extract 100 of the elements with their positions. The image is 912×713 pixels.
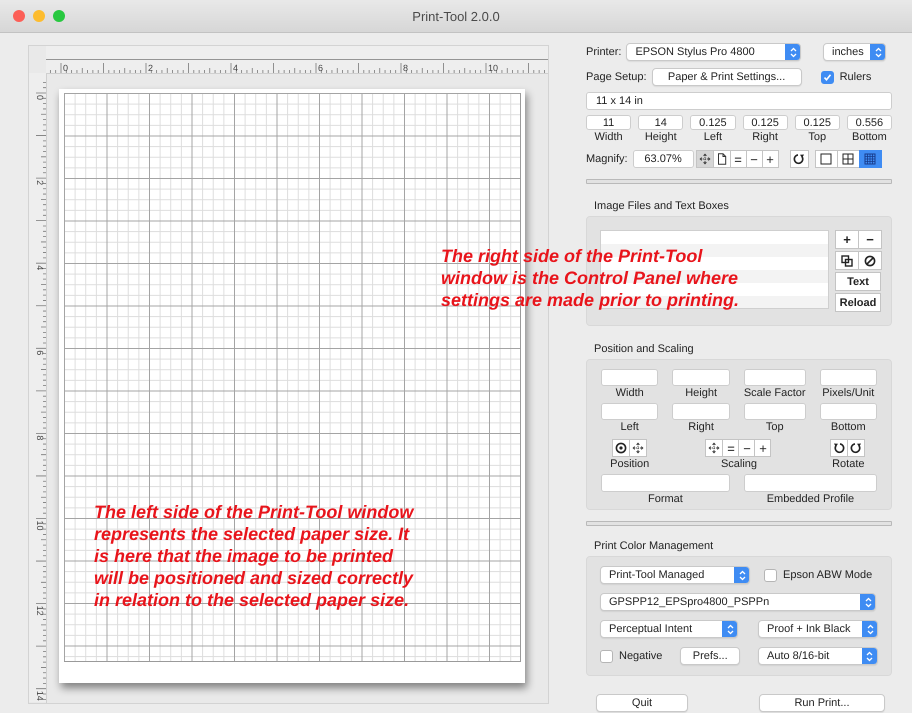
- number-field[interactable]: 0.125: [742, 115, 788, 130]
- magnify-field[interactable]: 63.07%: [632, 150, 694, 168]
- chevron-icon: [860, 594, 875, 610]
- paper-settings-button[interactable]: Paper & Print Settings...: [652, 68, 802, 86]
- input-field[interactable]: [744, 369, 806, 386]
- ruler-label: 0: [63, 63, 68, 73]
- annotation-text: The left side of the Print-Tool window represents the selected paper size. It is here that the image to be printed will be positioned and sized correctly in relation to the selected paper size.: [94, 501, 414, 611]
- field-label: Right: [687, 421, 715, 433]
- tool-button[interactable]: [705, 439, 724, 457]
- page-icon: [716, 153, 728, 165]
- intent-select[interactable]: Perceptual Intent: [600, 620, 738, 638]
- close-button[interactable]: [13, 10, 25, 22]
- tool-button[interactable]: [696, 150, 714, 168]
- quad-view-icon: [842, 153, 854, 165]
- bit-depth-select[interactable]: Auto 8/16-bit: [758, 647, 878, 665]
- checkbox[interactable]: [600, 650, 613, 662]
- tool-button[interactable]: Text: [835, 272, 881, 291]
- chevron-icon: [785, 44, 800, 60]
- ruler-label: 6: [318, 63, 324, 73]
- rotate-left-icon: [833, 442, 846, 454]
- tool-button[interactable]: −: [858, 230, 882, 249]
- input-field[interactable]: [672, 403, 730, 420]
- tool-button[interactable]: −: [746, 150, 763, 168]
- tool-button[interactable]: [847, 439, 866, 457]
- tool-button[interactable]: [858, 251, 882, 270]
- number-field[interactable]: 0.125: [690, 115, 736, 130]
- profile-select[interactable]: GPSPP12_EPSpro4800_PSPPn: [600, 593, 876, 611]
- paper-size-field[interactable]: 11 x 14 in: [586, 92, 892, 110]
- annotation-text: The right side of the Print-Tool window is the Control Panel where settings are made prior to printing.: [441, 245, 740, 311]
- tool-button[interactable]: [612, 439, 630, 457]
- ruler-label: 10: [488, 63, 498, 73]
- target-icon: [614, 442, 627, 454]
- tool-button[interactable]: +: [754, 439, 772, 457]
- management-select[interactable]: Print-Tool Managed: [600, 566, 750, 584]
- field-label: Height: [684, 387, 718, 399]
- tool-button[interactable]: =: [722, 439, 740, 457]
- number-field[interactable]: 11: [586, 115, 632, 130]
- field-label: Bottom: [850, 131, 888, 143]
- checkbox-label: Epson ABW Mode: [783, 569, 872, 581]
- units-select[interactable]: inches: [823, 43, 886, 61]
- chevron-icon: [862, 621, 877, 637]
- input-field[interactable]: [820, 403, 877, 420]
- ruler-label: 2: [148, 63, 154, 73]
- tool-button[interactable]: [814, 150, 838, 168]
- ruler-label: 8: [403, 63, 408, 73]
- field-label: Position: [610, 458, 650, 470]
- move-icon: [698, 153, 711, 165]
- field-label: Scale Factor: [744, 387, 806, 399]
- prefs-button[interactable]: Prefs...: [680, 647, 740, 665]
- tool-button[interactable]: Reload: [835, 293, 881, 312]
- field-label: Scaling: [720, 458, 758, 470]
- section-title: Image Files and Text Boxes: [594, 200, 730, 212]
- tool-button[interactable]: [858, 150, 882, 168]
- input-field[interactable]: [820, 369, 877, 386]
- tool-button[interactable]: +: [762, 150, 779, 168]
- chevron-icon: [870, 44, 885, 60]
- checkbox[interactable]: [820, 70, 834, 84]
- field-label: Bottom: [830, 421, 867, 433]
- input-field[interactable]: [672, 369, 730, 386]
- input-field[interactable]: [601, 474, 730, 492]
- refresh-button[interactable]: [790, 150, 809, 168]
- checkbox-label: Negative: [619, 650, 662, 662]
- single-view-icon: [820, 153, 832, 165]
- section-title: Position and Scaling: [594, 343, 695, 355]
- tool-button[interactable]: −: [738, 439, 756, 457]
- tool-button[interactable]: [836, 150, 860, 168]
- move-icon: [632, 442, 644, 454]
- ruler-label: 10: [35, 520, 45, 531]
- input-field[interactable]: [601, 403, 658, 420]
- proof-select[interactable]: Proof + Ink Black: [758, 620, 878, 638]
- tool-button[interactable]: =: [730, 150, 747, 168]
- zoom-button[interactable]: [53, 10, 65, 22]
- tool-button[interactable]: [830, 439, 848, 457]
- input-field[interactable]: [744, 474, 877, 492]
- tool-button[interactable]: +: [835, 230, 859, 249]
- chevron-icon: [734, 567, 749, 583]
- action-button[interactable]: Quit: [596, 694, 688, 712]
- no-sign-icon: [864, 254, 876, 266]
- field-label: Left: [620, 421, 640, 433]
- printer-select[interactable]: EPSON Stylus Pro 4800: [626, 43, 802, 61]
- action-button[interactable]: Run Print...: [759, 694, 885, 712]
- rotate-right-icon: [850, 442, 862, 454]
- tool-button[interactable]: [628, 439, 647, 457]
- magnify-label: Magnify:: [586, 153, 628, 165]
- field-label: Width: [594, 131, 624, 143]
- input-field[interactable]: [601, 369, 658, 386]
- tool-button[interactable]: [835, 251, 859, 270]
- input-field[interactable]: [744, 403, 806, 420]
- page-setup-label: Page Setup:: [586, 71, 647, 83]
- window-title: Print-Tool 2.0.0: [412, 8, 500, 24]
- checkbox[interactable]: [764, 568, 777, 582]
- field-label: Top: [807, 131, 828, 143]
- field-label: Pixels/Unit: [821, 387, 876, 399]
- number-field[interactable]: 0.125: [794, 115, 840, 130]
- number-field[interactable]: 14: [638, 115, 684, 130]
- tool-button[interactable]: [712, 150, 731, 168]
- number-field[interactable]: 0.556: [846, 115, 892, 130]
- checkbox-label: Rulers: [840, 71, 872, 83]
- field-label: Left: [702, 131, 724, 143]
- field-label: Rotate: [832, 458, 864, 470]
